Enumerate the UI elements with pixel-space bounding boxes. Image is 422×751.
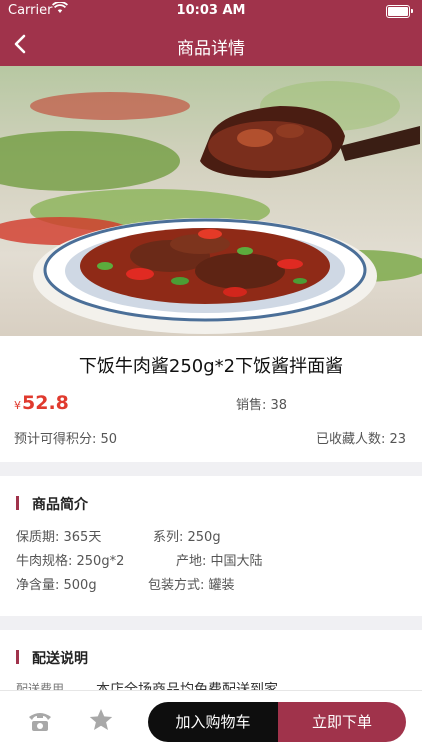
- section-accent-bar: [16, 650, 19, 664]
- cta-group: 加入购物车 立即下单: [148, 702, 406, 742]
- star-icon[interactable]: [88, 707, 114, 733]
- bottom-action-bar: 加入购物车 立即下单: [0, 690, 422, 751]
- section-title: 配送说明: [32, 651, 88, 667]
- sales-count: 销售: 38: [236, 398, 288, 413]
- product-info-card: 下饭牛肉酱250g*2下饭酱拌面酱 ¥52.8 销售: 38 预计可得积分: 5…: [0, 336, 422, 462]
- packaging: 包装方式: 罐装: [148, 578, 235, 593]
- section-header: 配送说明: [0, 630, 422, 680]
- net-content: 净含量: 500g: [16, 578, 97, 593]
- phone-icon[interactable]: [26, 709, 54, 733]
- favorites-count: 已收藏人数: 23: [315, 432, 406, 447]
- section-divider: [0, 616, 422, 630]
- product-price: ¥52.8: [14, 392, 69, 414]
- clock: 10:03 AM: [176, 3, 246, 18]
- product-intro-section: 商品简介 保质期: 365天 系列: 250g 牛肉规格: 250g*2 产地:…: [0, 476, 422, 616]
- beef-spec: 牛肉规格: 250g*2: [16, 554, 125, 569]
- section-divider: [0, 462, 422, 476]
- page-title: 商品详情: [177, 39, 245, 59]
- nav-bar: 商品详情: [0, 22, 422, 66]
- shelf-life: 保质期: 365天: [16, 530, 102, 545]
- battery-icon: [386, 5, 413, 18]
- status-bar: Carrier 10:03 AM: [0, 0, 422, 22]
- currency-symbol: ¥: [14, 399, 21, 412]
- section-title: 商品简介: [32, 497, 88, 513]
- product-photo: [0, 81, 422, 334]
- product-title: 下饭牛肉酱250g*2下饭酱拌面酱: [78, 356, 344, 377]
- origin: 产地: 中国大陆: [176, 554, 263, 569]
- product-image: [0, 66, 422, 336]
- series: 系列: 250g: [153, 530, 221, 545]
- price-value: 52.8: [22, 392, 69, 414]
- buy-now-button[interactable]: 立即下单: [278, 702, 406, 742]
- section-accent-bar: [16, 496, 19, 510]
- points-estimate: 预计可得积分: 50: [14, 432, 118, 447]
- add-to-cart-button[interactable]: 加入购物车: [148, 702, 278, 742]
- spec-grid: 保质期: 365天 系列: 250g 牛肉规格: 250g*2 产地: 中国大陆…: [0, 526, 422, 616]
- section-header: 商品简介: [0, 476, 422, 526]
